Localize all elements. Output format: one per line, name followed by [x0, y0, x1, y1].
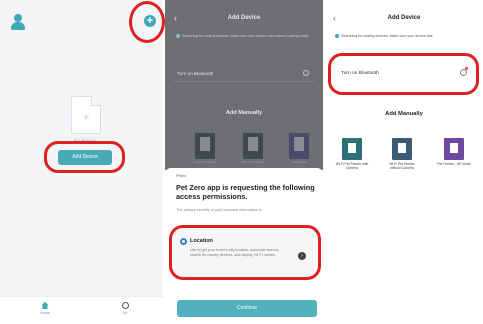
avatar-icon[interactable]: [11, 14, 25, 30]
device-label: Wi-Fi Pet Feeder with Camera: [335, 162, 369, 171]
location-description: Use to get your home's city location, au…: [190, 248, 280, 258]
add-manually-heading: Add Manually: [225, 110, 263, 116]
dimmed-background[interactable]: ‹ Add Device Searching for nearby device…: [165, 0, 323, 170]
page-title: Add Device: [387, 15, 421, 21]
chevron-right-icon[interactable]: ›: [298, 252, 306, 260]
bluetooth-row[interactable]: Turn on Bluetooth: [329, 64, 477, 82]
sheet-brand: Petzo: [176, 173, 187, 178]
device-thumbnail[interactable]: [289, 133, 309, 159]
device-label: Pet Feeder - AP mode: [437, 162, 471, 166]
location-permission-item[interactable]: Location Use to get your home's city loc…: [174, 230, 314, 278]
device-thumbnail[interactable]: [195, 133, 215, 159]
screen-home: + + No devices Add Device Home Me: [0, 0, 163, 324]
tab-me[interactable]: Me: [105, 302, 145, 315]
screen-permission-dialog: ‹ Add Device Searching for nearby device…: [165, 0, 323, 324]
add-device-button[interactable]: Add Device: [58, 150, 112, 165]
alert-dot-icon: [465, 67, 468, 70]
continue-button[interactable]: Continue: [177, 300, 317, 317]
sheet-subtext: The privacy security of your personal in…: [176, 208, 262, 212]
bluetooth-icon: [303, 70, 309, 76]
bluetooth-label: Turn on Bluetooth: [341, 71, 379, 76]
add-manually-heading: Add Manually: [385, 111, 423, 117]
tab-home[interactable]: Home: [25, 302, 65, 315]
device-thumbnail[interactable]: [243, 133, 263, 159]
info-icon: [335, 34, 339, 39]
empty-document-icon: +: [71, 96, 101, 134]
device-thumbnail[interactable]: [342, 138, 362, 160]
info-icon: [176, 34, 180, 39]
location-radio-icon[interactable]: [180, 238, 187, 245]
profile-icon: [121, 302, 129, 309]
device-thumbnail[interactable]: [444, 138, 464, 160]
tab-home-label: Home: [40, 311, 50, 315]
add-device-plus-icon[interactable]: +: [144, 15, 156, 27]
device-label: Pet Feeder: [291, 160, 307, 164]
location-title: Location: [190, 238, 213, 244]
screen-add-device: ‹ Add Device Searching for nearby device…: [325, 0, 483, 324]
search-notice: Searching for nearby devices. Make sure …: [335, 34, 477, 39]
device-label: Wi-Fi Pet Feeder: [241, 160, 265, 164]
search-notice: Searching for nearby devices. Make sure …: [176, 34, 316, 39]
tab-me-label: Me: [122, 311, 128, 315]
device-label: Smart Pet Feeder: [193, 160, 217, 164]
bluetooth-label: Turn on Bluetooth: [177, 71, 214, 76]
search-notice-text: Searching for nearby devices. Make sure …: [341, 34, 433, 38]
home-icon: [41, 302, 49, 309]
device-thumbnail[interactable]: [392, 138, 412, 160]
bluetooth-icon: [460, 69, 467, 76]
bluetooth-row[interactable]: Turn on Bluetooth: [173, 64, 315, 82]
bottom-tab-bar: Home Me: [0, 296, 163, 324]
empty-state-text: No devices: [73, 138, 97, 143]
sheet-heading: Pet Zero app is requesting the following…: [176, 183, 315, 201]
permission-sheet: Petzo Pet Zero app is requesting the fol…: [165, 168, 323, 324]
page-title: Add Device: [227, 15, 261, 21]
search-notice-text: Searching for nearby devices. Make sure …: [182, 34, 310, 38]
device-label: Wi-Fi Pet Feeder without Camera: [389, 162, 415, 171]
